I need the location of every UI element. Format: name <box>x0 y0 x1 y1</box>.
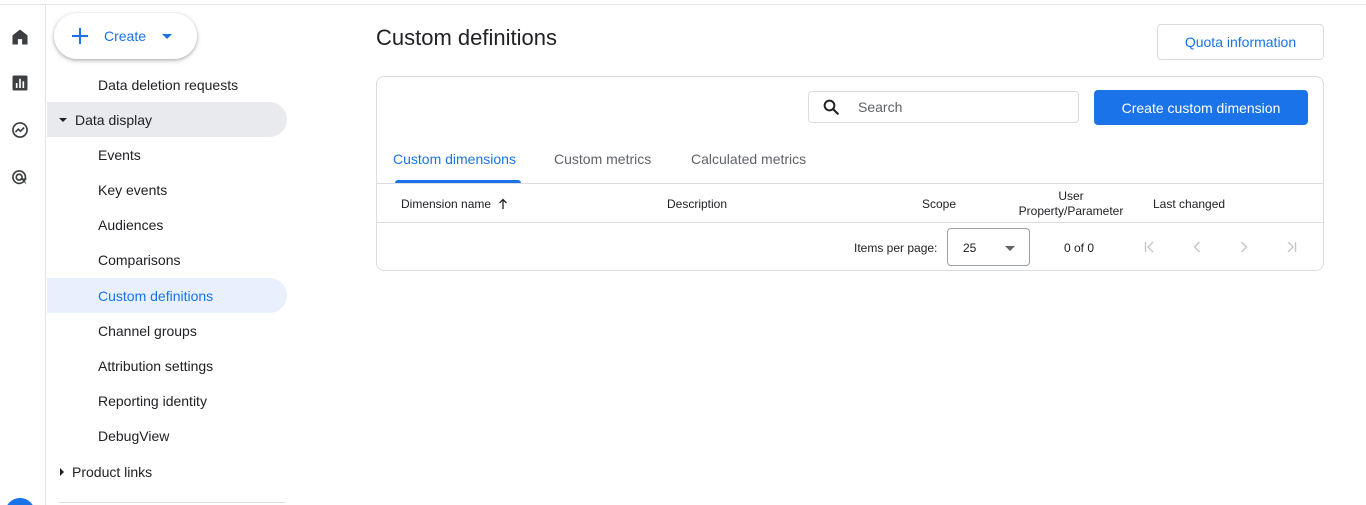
sidebar-item-label: Audiences <box>98 216 164 233</box>
sidebar-item-label: Key events <box>98 181 168 198</box>
chevron-down-icon <box>1005 246 1015 251</box>
explore-icon[interactable] <box>9 119 31 141</box>
advertising-icon[interactable] <box>9 167 31 189</box>
sidebar-item-label: Events <box>98 146 141 163</box>
tab-bar: Custom dimensions Custom metrics Calcula… <box>377 141 1323 184</box>
tab-custom-metrics[interactable]: Custom metrics <box>554 151 651 167</box>
column-header-description[interactable]: Description <box>667 197 727 211</box>
sidebar-item-comparisons[interactable]: Comparisons <box>47 242 287 277</box>
sidebar-item-label: Data deletion requests <box>98 76 239 93</box>
sidebar-item-debugview[interactable]: DebugView <box>47 418 287 453</box>
sidebar-item-label: Data display <box>75 111 153 128</box>
sort-ascending-icon <box>499 198 508 209</box>
tab-calculated-metrics[interactable]: Calculated metrics <box>691 151 806 167</box>
column-header-label: Dimension name <box>401 197 492 211</box>
column-header-dimension-name[interactable]: Dimension name <box>401 197 509 211</box>
create-button[interactable]: Create <box>54 13 197 59</box>
sidebar: Create Data deletion requests Data displ… <box>47 5 297 505</box>
search-icon <box>823 99 839 115</box>
custom-definitions-card: Create custom dimension Custom dimension… <box>376 76 1324 271</box>
collapse-arrow-icon <box>60 467 64 476</box>
last-page-icon[interactable] <box>1281 237 1301 257</box>
paginator: Items per page: 25 0 of 0 <box>377 224 1323 270</box>
sidebar-item-events[interactable]: Events <box>47 137 287 172</box>
column-header-label: Property/Parameter <box>1018 204 1124 218</box>
items-per-page-select[interactable]: 25 <box>947 228 1030 266</box>
sidebar-item-label: Channel groups <box>98 322 197 339</box>
tab-custom-dimensions[interactable]: Custom dimensions <box>393 151 516 167</box>
active-tab-indicator <box>395 180 521 183</box>
previous-page-icon[interactable] <box>1187 237 1207 257</box>
page-title: Custom definitions <box>376 25 557 50</box>
column-header-label: User <box>1058 189 1084 203</box>
avatar[interactable] <box>5 498 35 505</box>
sidebar-item-label: Reporting identity <box>98 392 207 409</box>
sidebar-item-data-deletion-requests[interactable]: Data deletion requests <box>47 67 287 102</box>
sidebar-item-attribution-settings[interactable]: Attribution settings <box>47 348 287 383</box>
sidebar-item-reporting-identity[interactable]: Reporting identity <box>47 383 287 418</box>
next-page-icon[interactable] <box>1234 237 1254 257</box>
sidebar-item-label: Custom definitions <box>98 287 214 304</box>
pagination-range: 0 of 0 <box>1064 241 1095 255</box>
column-header-user-property[interactable]: User Property/Parameter <box>1018 189 1124 219</box>
quota-information-button[interactable]: Quota information <box>1157 24 1324 60</box>
expand-arrow-icon <box>59 117 67 122</box>
sidebar-group-data-display[interactable]: Data display <box>47 102 287 137</box>
sidebar-item-label: Attribution settings <box>98 357 214 374</box>
sidebar-item-channel-groups[interactable]: Channel groups <box>47 313 287 348</box>
caret-down-icon <box>162 33 173 39</box>
sidebar-item-audiences[interactable]: Audiences <box>47 207 287 242</box>
search-field[interactable] <box>808 91 1079 123</box>
sidebar-group-product-links[interactable]: Product links <box>47 454 287 489</box>
sidebar-item-label: Product links <box>72 463 153 480</box>
search-input[interactable] <box>858 99 1058 115</box>
sidebar-item-key-events[interactable]: Key events <box>47 172 287 207</box>
left-rail <box>0 5 46 505</box>
sidebar-item-label: DebugView <box>98 427 170 444</box>
table-header: Dimension name Description Scope User Pr… <box>377 185 1323 223</box>
create-custom-dimension-button[interactable]: Create custom dimension <box>1094 90 1308 125</box>
sidebar-divider <box>59 502 285 503</box>
column-header-scope[interactable]: Scope <box>922 197 956 211</box>
first-page-icon[interactable] <box>1140 237 1160 257</box>
sidebar-item-label: Comparisons <box>98 251 181 268</box>
sidebar-item-custom-definitions[interactable]: Custom definitions <box>47 278 287 313</box>
items-per-page-value: 25 <box>963 241 977 255</box>
home-icon[interactable] <box>9 26 31 48</box>
items-per-page-label: Items per page: <box>854 241 938 255</box>
column-header-last-changed[interactable]: Last changed <box>1153 197 1225 211</box>
create-button-label: Create <box>104 28 147 44</box>
reports-icon[interactable] <box>9 72 31 94</box>
plus-icon <box>71 27 89 45</box>
